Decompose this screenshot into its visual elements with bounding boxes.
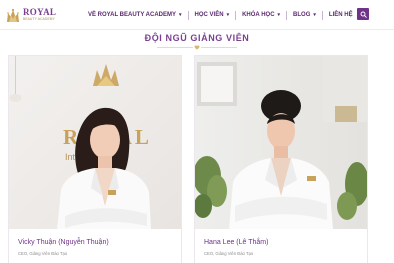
nav-divider: [187, 10, 189, 20]
instructor-role: CEO, Giảng Viên Đào Tạo: [18, 251, 68, 256]
nav-divider: [321, 10, 323, 20]
nav-item-label: BLOG: [293, 12, 311, 18]
nav-item-about[interactable]: VỀ ROYAL BEAUTY ACADEMY ▾: [88, 12, 182, 18]
instructor-photo: ROYAL Int linic: [9, 56, 181, 229]
instructor-role: CEO, Giảng Viên Đào Tạo: [204, 251, 254, 256]
nav-item-label: KHÓA HỌC: [242, 12, 275, 18]
nav-item-blog[interactable]: BLOG ▾: [293, 12, 316, 18]
top-navbar: ROYAL BEAUTY ACADEMY VỀ ROYAL BEAUTY ACA…: [0, 0, 394, 30]
search-icon: [360, 11, 367, 18]
chevron-down-icon: ▾: [313, 12, 316, 18]
brand-logo[interactable]: ROYAL BEAUTY ACADEMY: [5, 5, 56, 25]
instructor-name[interactable]: Vicky Thuận (Nguyễn Thuận): [18, 239, 109, 246]
instructor-name[interactable]: Hana Lee (Lê Thắm): [204, 239, 268, 246]
title-divider-ornament: [157, 45, 237, 50]
nav-item-contact[interactable]: LIÊN HỆ: [329, 12, 353, 18]
instructor-card[interactable]: ROYAL Int linic Vicky Thuận (Nguyễn Thuậ…: [8, 55, 182, 263]
chevron-down-icon: ▾: [277, 12, 281, 18]
instructor-card[interactable]: Hana Lee (Lê Thắm) CEO, Giảng Viên Đào T…: [194, 55, 368, 263]
search-button[interactable]: [357, 8, 369, 20]
brand-wordmark: ROYAL BEAUTY ACADEMY: [23, 8, 56, 21]
nav-item-courses[interactable]: KHÓA HỌC ▾: [242, 12, 280, 18]
crown-logo-icon: [7, 8, 19, 22]
nav-item-label: HỌC VIÊN: [194, 12, 224, 18]
brand-tagline: BEAUTY ACADEMY: [23, 17, 55, 22]
nav-item-label: VỀ ROYAL BEAUTY ACADEMY: [88, 12, 177, 18]
chevron-down-icon: ▾: [226, 12, 230, 18]
main-nav: VỀ ROYAL BEAUTY ACADEMY ▾ HỌC VIÊN ▾ KHÓ…: [88, 9, 353, 21]
nav-item-label: LIÊN HỆ: [328, 12, 353, 18]
nav-item-students[interactable]: HỌC VIÊN ▾: [195, 12, 230, 18]
instructor-photo: [195, 56, 367, 229]
chevron-down-icon: ▾: [179, 12, 182, 18]
page: ROYAL BEAUTY ACADEMY VỀ ROYAL BEAUTY ACA…: [0, 0, 394, 263]
nav-divider: [235, 10, 237, 20]
section-title: ĐỘI NGŨ GIẢNG VIÊN: [144, 33, 250, 43]
brand-name: ROYAL: [23, 7, 57, 18]
nav-divider: [286, 10, 288, 20]
